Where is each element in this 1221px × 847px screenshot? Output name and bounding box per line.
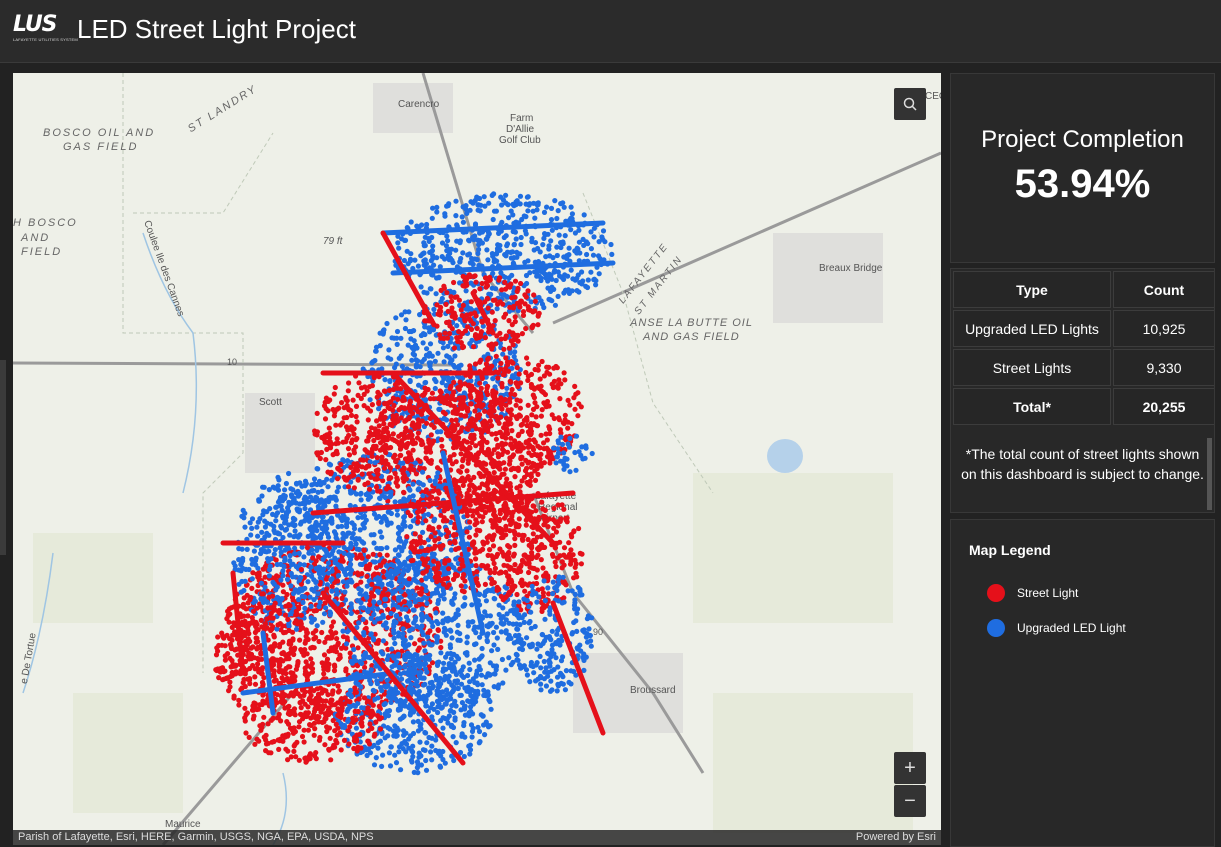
table-row: Upgraded LED Lights 10,925: [953, 310, 1214, 347]
table-row: Street Lights 9,330: [953, 349, 1214, 386]
plus-icon: +: [904, 756, 916, 779]
red-dot-icon: [987, 584, 1005, 602]
street-light-layer[interactable]: [13, 73, 941, 845]
table-header-row: Type Count: [953, 271, 1214, 308]
legend-item-upgraded-led: Upgraded LED Light: [987, 619, 1126, 637]
blue-dot-icon: [987, 619, 1005, 637]
completion-panel: Project Completion 53.94%: [950, 73, 1215, 263]
table-total-row: Total* 20,255: [953, 388, 1214, 425]
row-count-street: 9,330: [1113, 349, 1214, 386]
search-icon: [903, 97, 917, 111]
lus-logo: LUS LAFAYETTE UTILITIES SYSTEM: [13, 12, 78, 46]
legend-panel: Map Legend Street Light Upgraded LED Lig…: [950, 519, 1215, 847]
row-type-upgraded: Upgraded LED Lights: [953, 310, 1111, 347]
side-handle[interactable]: [0, 360, 6, 555]
row-type-street: Street Lights: [953, 349, 1111, 386]
zoom-out-button[interactable]: −: [894, 785, 926, 817]
table-header-count: Count: [1113, 271, 1214, 308]
legend-title: Map Legend: [969, 542, 1051, 558]
legend-label-upgraded-led: Upgraded LED Light: [1017, 621, 1126, 635]
completion-value: 53.94%: [1014, 162, 1151, 206]
legend-item-street-light: Street Light: [987, 584, 1078, 602]
logo-text: LUS: [13, 12, 58, 37]
app-header: LUS LAFAYETTE UTILITIES SYSTEM LED Stree…: [0, 0, 1221, 63]
map-attribution-bar: Parish of Lafayette, Esri, HERE, Garmin,…: [13, 830, 941, 845]
table-header-type: Type: [953, 271, 1111, 308]
completion-title: Project Completion: [981, 126, 1184, 153]
map-view[interactable]: Carencro Farm D'Allie Golf Club ST LANDR…: [13, 73, 941, 845]
legend-label-street-light: Street Light: [1017, 586, 1079, 600]
row-count-total: 20,255: [1113, 388, 1214, 425]
counts-panel: Type Count Upgraded LED Lights 10,925 St…: [950, 268, 1215, 513]
map-attribution[interactable]: Parish of Lafayette, Esri, HERE, Garmin,…: [18, 831, 374, 843]
count-disclaimer: *The total count of street lights shown …: [961, 446, 1204, 482]
logo-subtext: LAFAYETTE UTILITIES SYSTEM: [13, 37, 78, 42]
zoom-in-button[interactable]: +: [894, 752, 926, 784]
counts-table: Type Count Upgraded LED Lights 10,925 St…: [951, 269, 1214, 427]
powered-by-esri[interactable]: Powered by Esri: [856, 831, 936, 843]
map-search-button[interactable]: [894, 88, 926, 120]
row-count-upgraded: 10,925: [1113, 310, 1214, 347]
row-type-total: Total*: [953, 388, 1111, 425]
minus-icon: −: [904, 789, 916, 812]
counts-scrollbar[interactable]: [1207, 438, 1212, 510]
page-title: LED Street Light Project: [77, 14, 356, 44]
